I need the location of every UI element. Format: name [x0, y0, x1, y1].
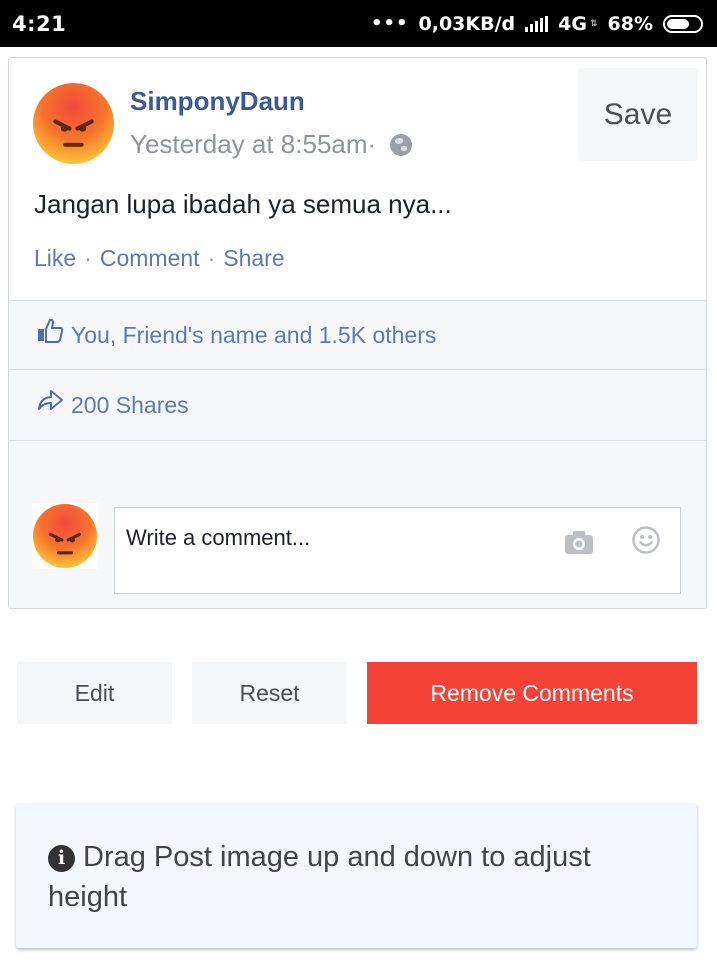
share-link[interactable]: Share [223, 245, 284, 272]
likes-summary: You, Friend's name and 1.5K others [71, 322, 437, 348]
info-box: i Drag Post image up and down to adjust h… [16, 803, 697, 948]
commenter-avatar-frame [32, 503, 98, 569]
info-text: Drag Post image up and down to adjust he… [48, 841, 591, 913]
data-activity-icon: ⇅ [589, 18, 598, 29]
angry-face-icon [49, 532, 81, 555]
network-speed: 0,03KB/d [418, 12, 516, 35]
comment-input[interactable]: Write a comment... [114, 507, 681, 594]
post-actions: Like · Comment · Share [34, 245, 285, 272]
emoji-icon[interactable] [631, 525, 661, 555]
status-time: 4:21 [12, 11, 67, 36]
info-icon: i [48, 845, 75, 872]
comment-link[interactable]: Comment [100, 245, 200, 272]
separator: · [84, 245, 92, 271]
comment-area: Write a comment... [9, 441, 706, 608]
shares-count: 200 Shares [71, 392, 189, 418]
shares-row[interactable]: 200 Shares [9, 370, 706, 441]
battery-icon [663, 14, 703, 33]
battery-percent: 68% [607, 12, 653, 35]
remove-comments-button[interactable]: Remove Comments [367, 662, 697, 724]
comment-placeholder: Write a comment... [126, 525, 311, 550]
signal-icon [525, 15, 549, 32]
angry-face-icon [53, 119, 94, 147]
share-arrow-icon [38, 390, 63, 410]
save-button[interactable]: Save [578, 68, 698, 161]
network-type: 4G [558, 12, 587, 35]
author-name[interactable]: SimponyDaun [130, 86, 305, 117]
camera-icon[interactable] [563, 528, 595, 556]
thumbs-up-icon [38, 318, 64, 343]
post-card: SimponyDaun Yesterday at 8:55am· Save Ja… [8, 57, 707, 609]
separator: · [207, 245, 216, 271]
timestamp-text: Yesterday at 8:55am· [130, 129, 377, 159]
reset-button[interactable]: Reset [192, 662, 347, 724]
status-indicators: ••• 0,03KB/d 4G ⇅ 68% [371, 13, 703, 35]
edit-button[interactable]: Edit [17, 662, 172, 724]
more-notifications-icon: ••• [371, 13, 409, 34]
post-timestamp: Yesterday at 8:55am· [130, 129, 413, 160]
status-bar: 4:21 ••• 0,03KB/d 4G ⇅ 68% [0, 0, 717, 47]
author-avatar[interactable] [33, 83, 114, 164]
commenter-avatar [33, 504, 97, 568]
like-link[interactable]: Like [34, 245, 76, 272]
post-text[interactable]: Jangan lupa ibadah ya semua nya... [34, 189, 452, 220]
likes-row[interactable]: You, Friend's name and 1.5K others [9, 300, 706, 370]
globe-icon [390, 133, 413, 156]
